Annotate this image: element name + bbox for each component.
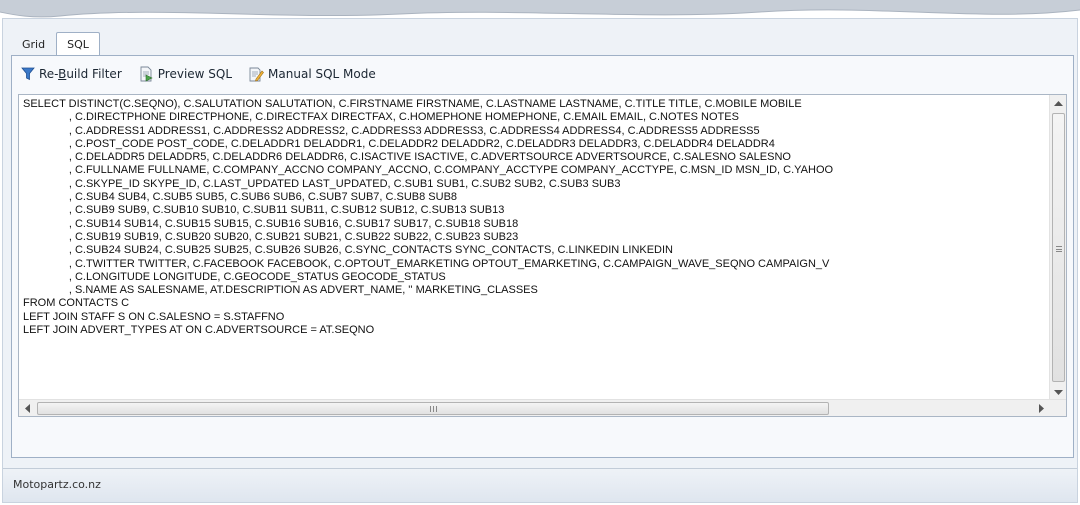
status-text: Motopartz.co.nz [13, 478, 101, 491]
scroll-left-arrow-icon[interactable] [19, 400, 36, 417]
toolbar: Re-Build Filter Preview SQL Manual SQL M… [12, 56, 1073, 92]
sql-panel: Re-Build Filter Preview SQL Manual SQL M… [11, 55, 1074, 458]
tab-grid[interactable]: Grid [11, 34, 56, 55]
sql-editor[interactable]: SELECT DISTINCT(C.SEQNO), C.SALUTATION S… [18, 94, 1067, 417]
sql-filter-window: Grid SQL Re-Build Filter Preview SQL Man… [2, 18, 1078, 503]
rebuild-filter-label-part: Re- [39, 67, 59, 81]
manual-sql-mode-button[interactable]: Manual SQL Mode [245, 64, 379, 84]
preview-document-icon [140, 66, 153, 82]
funnel-icon [21, 67, 35, 81]
status-bar: Motopartz.co.nz [3, 468, 1077, 502]
vertical-scrollbar[interactable] [1049, 95, 1066, 400]
scroll-up-arrow-icon[interactable] [1050, 95, 1067, 112]
rebuild-filter-label-rest: uild Filter [66, 67, 122, 81]
tab-bar: Grid SQL [11, 31, 100, 56]
horizontal-scrollbar[interactable] [19, 399, 1066, 416]
manual-sql-mode-label: Manual SQL Mode [268, 67, 376, 81]
sql-text[interactable]: SELECT DISTINCT(C.SEQNO), C.SALUTATION S… [23, 98, 1043, 398]
preview-sql-button[interactable]: Preview SQL [135, 64, 235, 84]
rebuild-filter-button[interactable]: Re-Build Filter [18, 65, 125, 83]
preview-sql-label: Preview SQL [157, 67, 233, 81]
scroll-grip-icon [1056, 246, 1062, 252]
scroll-down-arrow-icon[interactable] [1050, 383, 1067, 400]
scroll-grip-icon [430, 406, 437, 412]
scroll-right-arrow-icon[interactable] [1032, 400, 1049, 417]
edit-document-icon [249, 67, 264, 82]
tab-sql[interactable]: SQL [56, 32, 100, 56]
vertical-scroll-thumb[interactable] [1052, 113, 1065, 382]
rebuild-filter-label: Re-Build Filter [39, 67, 122, 81]
horizontal-scroll-thumb[interactable] [37, 402, 829, 415]
